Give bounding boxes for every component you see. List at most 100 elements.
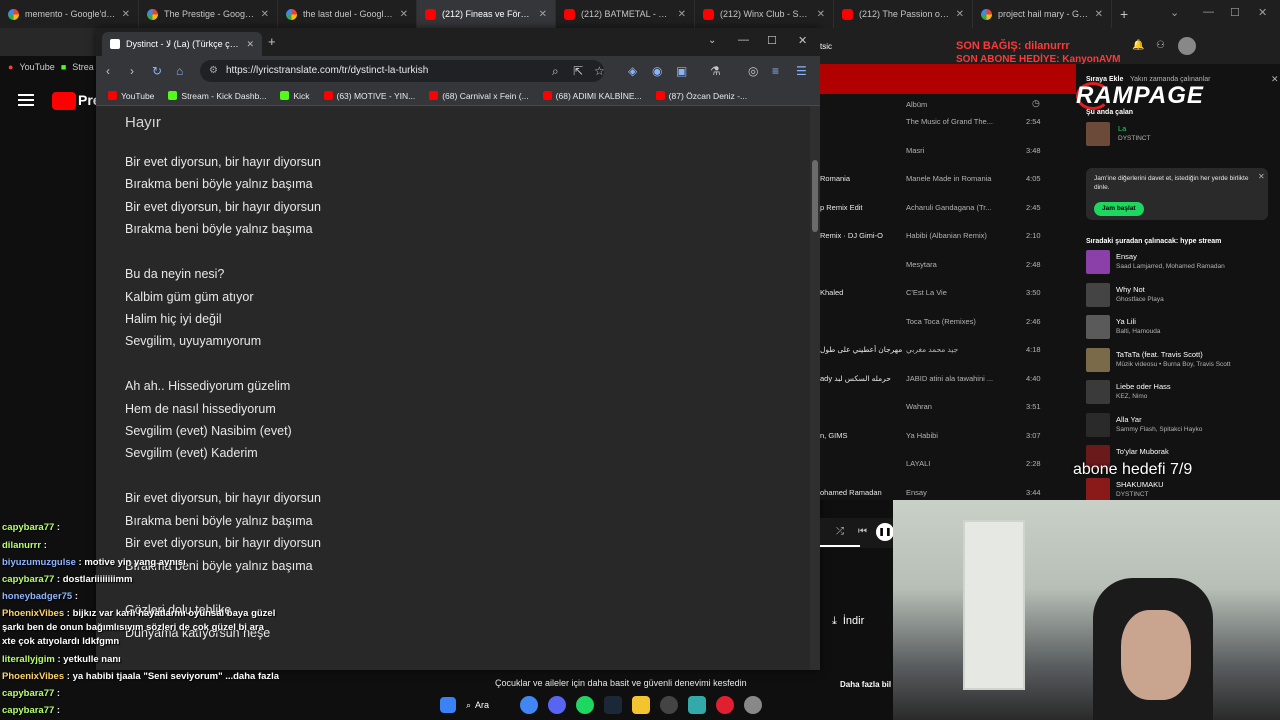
jam-button[interactable]: Jam başlat bbox=[1094, 202, 1144, 216]
forward-icon[interactable]: › bbox=[130, 64, 134, 78]
queue-item[interactable]: Ensay Saad Lamjarred, Mohamed Ramadan bbox=[1086, 250, 1276, 280]
tab-close-icon[interactable]: ✕ bbox=[956, 9, 964, 20]
queue-item[interactable]: Why Not Ghostface Playa bbox=[1086, 282, 1276, 313]
progress-bar[interactable] bbox=[820, 545, 860, 547]
obs-icon[interactable] bbox=[660, 696, 678, 714]
home-icon[interactable]: ⌂ bbox=[176, 64, 183, 78]
bookmark-motive[interactable]: (63) MOTIVE - YIN... bbox=[323, 91, 415, 101]
browser-tab[interactable]: the last duel - Google'da ✕ bbox=[278, 0, 417, 28]
track-row[interactable]: Remix · DJ Gimi-O Habibi (Albanian Remix)… bbox=[820, 222, 1076, 250]
queue-item[interactable]: Ya Lili Balti, Hamouda bbox=[1086, 315, 1276, 345]
menu-icon[interactable] bbox=[18, 94, 34, 106]
address-bar[interactable]: ⚙ https://lyricstranslate.com/tr/dystinc… bbox=[200, 60, 604, 82]
youtube-logo-icon[interactable] bbox=[52, 92, 76, 110]
maximize-icon[interactable]: ☐ bbox=[767, 34, 777, 47]
bookmark-kick-dashboard[interactable]: Stream - Kick Dashb... bbox=[168, 91, 266, 101]
track-row[interactable]: ady حرمله السكس لبد JABID atini ala tawah… bbox=[820, 365, 1076, 393]
tab-close-icon[interactable]: ✕ bbox=[539, 9, 547, 20]
browser-tab[interactable]: (212) The Passion of Joan ✕ bbox=[834, 0, 973, 28]
close-icon[interactable]: ✕ bbox=[1258, 6, 1267, 19]
new-tab-icon[interactable]: + bbox=[268, 34, 276, 49]
tab-close-icon[interactable]: ✕ bbox=[122, 9, 130, 20]
bookmark-youtube[interactable]: YouTube bbox=[108, 91, 154, 101]
close-icon[interactable]: ✕ bbox=[1258, 172, 1265, 181]
chrome-icon[interactable] bbox=[520, 696, 538, 714]
bell-icon[interactable]: 🔔 bbox=[1132, 40, 1144, 51]
track-row[interactable]: Wahran 3:51 bbox=[820, 393, 1076, 421]
close-icon[interactable]: ✕ bbox=[798, 34, 807, 47]
settings-icon[interactable] bbox=[744, 696, 762, 714]
track-row[interactable]: Toca Toca (Remixes) 2:46 bbox=[820, 308, 1076, 336]
more-info-link[interactable]: Daha fazla bil bbox=[840, 680, 891, 689]
new-tab-icon[interactable]: + bbox=[1120, 6, 1128, 22]
tab-close-icon[interactable]: ✕ bbox=[261, 9, 269, 20]
bookmark-stream[interactable]: Strea bbox=[72, 62, 94, 72]
bookmark-ozcan[interactable]: (87) Özcan Deniz -... bbox=[655, 91, 747, 101]
extension-icon[interactable]: ◉ bbox=[652, 64, 662, 78]
avatar[interactable] bbox=[1178, 37, 1196, 55]
tab-search-icon[interactable]: ⌄ bbox=[1170, 6, 1179, 19]
share-icon[interactable]: ⇱ bbox=[573, 64, 583, 78]
minimize-icon[interactable]: — bbox=[1203, 6, 1214, 18]
start-icon[interactable] bbox=[440, 697, 456, 713]
maximize-icon[interactable]: ☐ bbox=[1230, 6, 1240, 19]
pause-icon[interactable]: ❚❚ bbox=[876, 523, 894, 541]
browser-tab[interactable]: memento - Google'da Ar ✕ bbox=[0, 0, 139, 28]
close-icon[interactable]: ✕ bbox=[1271, 74, 1279, 85]
taskbar-search[interactable]: ⌕ Ara bbox=[466, 700, 510, 711]
queue-item[interactable]: TaTaTa (feat. Travis Scott) Müzik videosu… bbox=[1086, 347, 1276, 378]
bookmark-youtube[interactable]: YouTube bbox=[19, 62, 54, 72]
friends-icon[interactable]: ⚇ bbox=[1156, 40, 1165, 51]
tab-close-icon[interactable]: ✕ bbox=[678, 9, 686, 20]
profile-icon[interactable]: ◎ bbox=[748, 64, 758, 78]
tab-close-icon[interactable]: ✕ bbox=[1095, 9, 1103, 20]
bookmark-adimi[interactable]: (68) ADIMI KALBİNE... bbox=[542, 91, 642, 101]
queue-item[interactable]: Liebe oder Hass KEZ, Nimo bbox=[1086, 380, 1276, 410]
queue-item[interactable]: Alla Yar Sammy Flash, Spitakci Hayko bbox=[1086, 412, 1276, 443]
browser-tab[interactable]: (212) Fineas ve Förb - Şar ✕ bbox=[417, 0, 556, 28]
now-playing-title[interactable]: La bbox=[1118, 124, 1126, 133]
zoom-icon[interactable]: ⌕ bbox=[552, 64, 559, 79]
previous-icon[interactable]: ⏮ bbox=[858, 526, 867, 537]
browser-tab[interactable]: (212) Winx Club - Sen bir ✕ bbox=[695, 0, 834, 28]
tab-search-icon[interactable]: ⌄ bbox=[708, 35, 716, 46]
menu-icon[interactable]: ☰ bbox=[796, 64, 807, 78]
track-row[interactable]: Mesytara 2:48 bbox=[820, 251, 1076, 279]
folder-icon[interactable] bbox=[632, 696, 650, 714]
track-row[interactable]: Khaled C'Est La Vie 3:50 bbox=[820, 279, 1076, 307]
site-info-icon[interactable]: ⚙ bbox=[209, 60, 218, 82]
menu-icon[interactable]: ≡ bbox=[772, 64, 779, 78]
track-row[interactable]: n, GIMS Ya Habibi 3:07 bbox=[820, 422, 1076, 450]
discord-icon[interactable] bbox=[548, 696, 566, 714]
reload-icon[interactable]: ↻ bbox=[152, 64, 162, 78]
bookmark-carnival[interactable]: (68) Carnival x Fein (... bbox=[429, 91, 529, 101]
tab-lyrics[interactable]: Dystinct - لا (La) (Türkçe çevirisi ✕ bbox=[102, 32, 262, 56]
scrollbar-thumb[interactable] bbox=[812, 160, 818, 232]
shuffle-icon[interactable]: ⤮ bbox=[836, 526, 844, 537]
track-row[interactable]: The Music of Grand The... 2:54 bbox=[820, 108, 1076, 136]
browser-tab[interactable]: The Prestige - Google'da ✕ bbox=[139, 0, 278, 28]
browser-tab[interactable]: project hail mary - Googl ✕ bbox=[973, 0, 1112, 28]
spotify-icon[interactable] bbox=[576, 696, 594, 714]
back-icon[interactable]: ‹ bbox=[106, 64, 110, 78]
now-playing-artist[interactable]: DYSTINCT bbox=[1118, 135, 1151, 142]
track-row[interactable]: Romania Manele Made in Romania 4:05 bbox=[820, 165, 1076, 193]
bookmark-kick[interactable]: Kick bbox=[280, 91, 310, 101]
tab-close-icon[interactable]: ✕ bbox=[246, 39, 254, 50]
app-icon[interactable] bbox=[688, 696, 706, 714]
extension-icon[interactable]: ▣ bbox=[676, 64, 687, 78]
track-row[interactable]: LAYALI 2:28 bbox=[820, 450, 1076, 478]
bookmark-star-icon[interactable]: ☆ bbox=[594, 64, 605, 78]
steam-icon[interactable] bbox=[604, 696, 622, 714]
labs-icon[interactable]: ⚗ bbox=[710, 64, 721, 78]
track-row[interactable]: مهرجان أعطيني على طول جيد محمد مغربي 4:18 bbox=[820, 336, 1076, 364]
extension-icon[interactable]: ◈ bbox=[628, 64, 637, 78]
download-button[interactable]: ⤓ İndir bbox=[822, 606, 892, 636]
track-row[interactable]: p Remix Edit Acharuli Gandagana (Tr... 2:4… bbox=[820, 194, 1076, 222]
minimize-icon[interactable]: — bbox=[738, 34, 749, 46]
tab-close-icon[interactable]: ✕ bbox=[817, 9, 825, 20]
scrollbar[interactable] bbox=[810, 106, 820, 670]
tab-close-icon[interactable]: ✕ bbox=[400, 9, 408, 20]
track-row[interactable]: Masri 3:48 bbox=[820, 137, 1076, 165]
browser-tab[interactable]: (212) BATMETAL - YouTub ✕ bbox=[556, 0, 695, 28]
